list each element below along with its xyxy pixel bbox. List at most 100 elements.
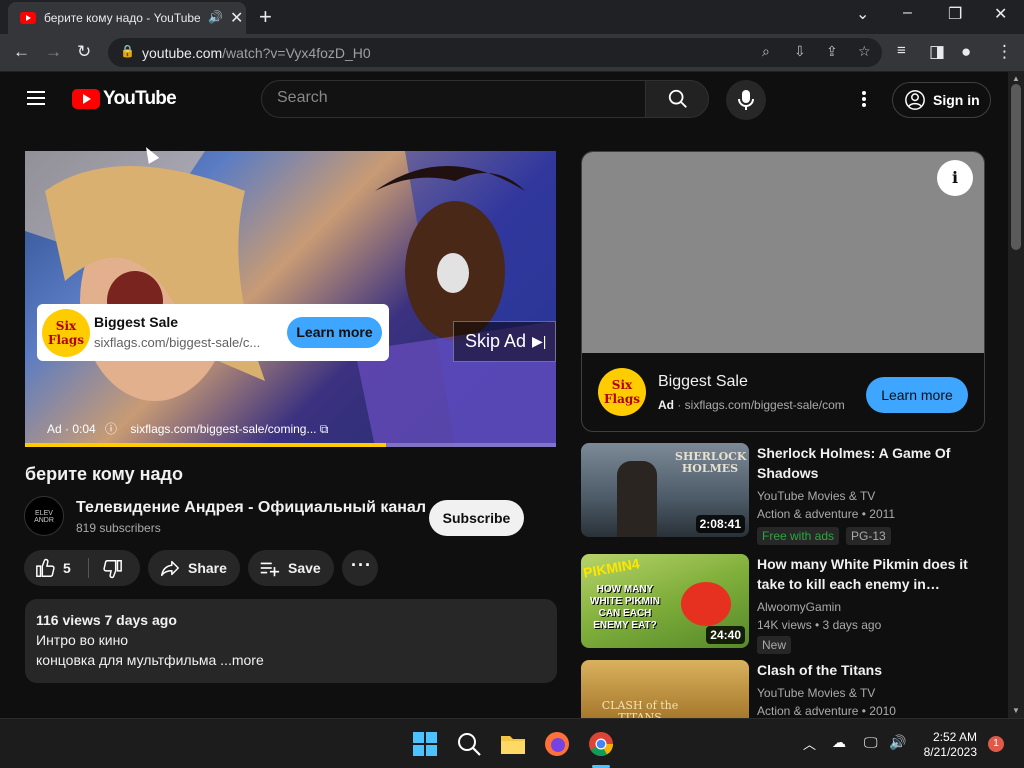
zoom-search-icon[interactable]: ⌕ bbox=[762, 43, 770, 60]
description-box[interactable]: 116 views 7 days ago Интро во кино концо… bbox=[25, 599, 557, 683]
skip-next-icon: ▶| bbox=[532, 333, 547, 349]
video-thumbnail[interactable]: PIKMIN4 HOW MANY WHITE PIKMIN CAN EACH E… bbox=[581, 554, 749, 648]
reading-list-icon[interactable]: ≡ bbox=[897, 42, 906, 59]
ad-video-frame bbox=[25, 151, 556, 447]
subscribe-button[interactable]: Subscribe bbox=[429, 500, 524, 536]
onedrive-icon[interactable]: ☁ bbox=[832, 734, 846, 751]
thumbnail-text: CLASH of the TITANS bbox=[601, 699, 679, 719]
thumbnail-creature bbox=[681, 582, 731, 626]
video-meta: Action & adventure • 2010 bbox=[757, 704, 896, 718]
volume-icon[interactable]: 🔊 bbox=[889, 734, 906, 751]
more-actions-button[interactable]: ··· bbox=[342, 550, 378, 586]
like-button[interactable]: 5 bbox=[24, 550, 88, 586]
video-channel[interactable]: AlwoomyGamin bbox=[757, 600, 841, 614]
tab-close-icon[interactable]: ✕ bbox=[230, 8, 243, 28]
video-title[interactable]: Clash of the Titans bbox=[757, 660, 981, 680]
share-icon[interactable]: ⇪ bbox=[826, 43, 838, 60]
minimize-button[interactable]: – bbox=[903, 4, 912, 22]
overlay-learn-more-button[interactable]: Learn more bbox=[287, 317, 382, 348]
video-meta: 14K views • 3 days ago bbox=[757, 618, 882, 632]
side-panel-icon[interactable]: ◨ bbox=[929, 42, 945, 62]
recommendation-item[interactable]: PIKMIN4 HOW MANY WHITE PIKMIN CAN EACH E… bbox=[581, 554, 991, 654]
thumbs-up-icon bbox=[36, 558, 55, 577]
chrome-menu-icon[interactable]: ⋮ bbox=[996, 42, 1013, 62]
share-button[interactable]: Share bbox=[148, 550, 240, 586]
account-circle-icon bbox=[905, 90, 925, 110]
voice-search-button[interactable] bbox=[726, 80, 766, 120]
youtube-logo-text[interactable]: YouTube bbox=[103, 88, 177, 110]
network-icon[interactable]: 🖵 bbox=[864, 734, 878, 751]
recommendation-item[interactable]: SHERLOCK HOLMES 2:08:41 Sherlock Holmes:… bbox=[581, 443, 991, 545]
search-box[interactable] bbox=[261, 80, 646, 118]
tab-audio-icon[interactable]: 🔊 bbox=[208, 10, 223, 24]
tab-search-icon[interactable]: ⌄ bbox=[856, 4, 869, 24]
settings-more-icon[interactable] bbox=[862, 91, 866, 107]
save-button[interactable]: Save bbox=[248, 550, 334, 586]
search-icon bbox=[668, 89, 687, 108]
overlay-ad-card[interactable]: Six Flags Biggest Sale sixflags.com/bigg… bbox=[37, 304, 389, 361]
search-button[interactable] bbox=[645, 80, 709, 118]
recommendation-item[interactable]: CLASH of the TITANS Clash of the Titans … bbox=[581, 660, 991, 718]
restore-button[interactable]: ❐ bbox=[948, 4, 962, 24]
six-flags-logo: Six Flags bbox=[598, 368, 646, 416]
sign-in-button[interactable]: Sign in bbox=[892, 82, 991, 118]
back-icon[interactable]: ← bbox=[13, 42, 30, 62]
video-player[interactable]: Six Flags Biggest Sale sixflags.com/bigg… bbox=[25, 151, 556, 447]
scroll-up-icon[interactable]: ▲ bbox=[1012, 74, 1020, 83]
windows-taskbar: ︿ ☁ 🖵 🔊 2:52 AM 8/21/2023 1 bbox=[0, 718, 1024, 768]
video-title[interactable]: How many White Pikmin does it take to ki… bbox=[757, 554, 981, 594]
video-thumbnail[interactable]: CLASH of the TITANS bbox=[581, 660, 749, 718]
reload-icon[interactable]: ↻ bbox=[77, 42, 91, 62]
channel-name[interactable]: Телевидение Андрея - Официальный канал bbox=[76, 499, 426, 517]
profile-icon[interactable]: ● bbox=[961, 42, 971, 62]
ad-progress-bar[interactable] bbox=[25, 443, 556, 447]
window-close-button[interactable]: ✕ bbox=[994, 4, 1007, 24]
video-channel[interactable]: YouTube Movies & TV bbox=[757, 686, 875, 700]
search-input[interactable] bbox=[277, 89, 627, 107]
scroll-down-icon[interactable]: ▼ bbox=[1012, 706, 1020, 715]
video-channel[interactable]: YouTube Movies & TV bbox=[757, 489, 875, 503]
forward-icon[interactable]: → bbox=[45, 42, 62, 62]
youtube-page: YouTube Sign in Six Flags Biggest Sale s… bbox=[0, 72, 1008, 718]
dislike-button[interactable] bbox=[89, 550, 140, 586]
browser-tab-bar: берите кому надо - YouTube 🔊 ✕ + ⌄ – ❐ ✕ bbox=[0, 0, 1024, 34]
video-thumbnail[interactable]: SHERLOCK HOLMES 2:08:41 bbox=[581, 443, 749, 537]
notification-badge[interactable]: 1 bbox=[988, 736, 1004, 752]
ad-progress-fill bbox=[25, 443, 387, 447]
show-hidden-icons-icon[interactable]: ︿ bbox=[803, 734, 816, 753]
sidebar-ad[interactable]: i Six Flags Biggest Sale Ad · sixflags.c… bbox=[581, 151, 985, 432]
new-tab-button[interactable]: + bbox=[259, 4, 272, 30]
hamburger-menu-icon[interactable] bbox=[27, 91, 45, 105]
chrome-icon[interactable] bbox=[588, 731, 614, 757]
sidebar-ad-banner[interactable] bbox=[582, 152, 984, 353]
video-title[interactable]: Sherlock Holmes: A Game Of Shadows bbox=[757, 443, 981, 483]
bookmark-star-icon[interactable]: ☆ bbox=[858, 43, 871, 60]
description-line-2[interactable]: концовка для мультфильма ...more bbox=[36, 652, 264, 668]
file-explorer-icon[interactable] bbox=[500, 731, 526, 757]
windows-start-icon[interactable] bbox=[412, 731, 438, 757]
youtube-logo-icon[interactable] bbox=[72, 89, 100, 109]
like-dislike-group: 5 bbox=[24, 550, 140, 586]
ad-info-icon[interactable]: i bbox=[937, 160, 973, 196]
taskbar-clock[interactable]: 2:52 AM 8/21/2023 bbox=[919, 730, 977, 760]
scrollbar-thumb[interactable] bbox=[1011, 84, 1021, 250]
channel-avatar[interactable]: ELEV ANDR bbox=[24, 496, 64, 536]
taskbar-search-icon[interactable] bbox=[456, 731, 482, 757]
ad-info-icon[interactable]: ⓘ bbox=[105, 422, 117, 436]
browser-tab[interactable]: берите кому надо - YouTube 🔊 ✕ bbox=[8, 2, 246, 34]
address-bar[interactable]: 🔒 youtube.com/watch?v=Vyx4fozD_H0 ⌕ ⇩ ⇪ … bbox=[108, 38, 882, 67]
subscriber-count: 819 subscribers bbox=[76, 521, 161, 535]
clock-time: 2:52 AM bbox=[932, 730, 977, 744]
lock-icon[interactable]: 🔒 bbox=[120, 44, 135, 58]
firefox-icon[interactable] bbox=[544, 731, 570, 757]
install-icon[interactable]: ⇩ bbox=[794, 43, 806, 60]
page-scrollbar[interactable]: ▲ ▼ bbox=[1008, 72, 1024, 718]
video-duration: 24:40 bbox=[706, 626, 745, 644]
view-stats: 116 views 7 days ago bbox=[36, 612, 177, 628]
ad-url-link[interactable]: sixflags.com/biggest-sale/coming... bbox=[130, 422, 316, 436]
skip-ad-button[interactable]: Skip Ad ▶| bbox=[453, 321, 556, 362]
external-link-icon[interactable]: ⧉ bbox=[320, 422, 329, 436]
overlay-ad-url: sixflags.com/biggest-sale/c... bbox=[94, 335, 261, 350]
sidebar-learn-more-button[interactable]: Learn more bbox=[866, 377, 968, 413]
sidebar-ad-meta: Ad · sixflags.com/biggest-sale/com bbox=[658, 398, 845, 412]
